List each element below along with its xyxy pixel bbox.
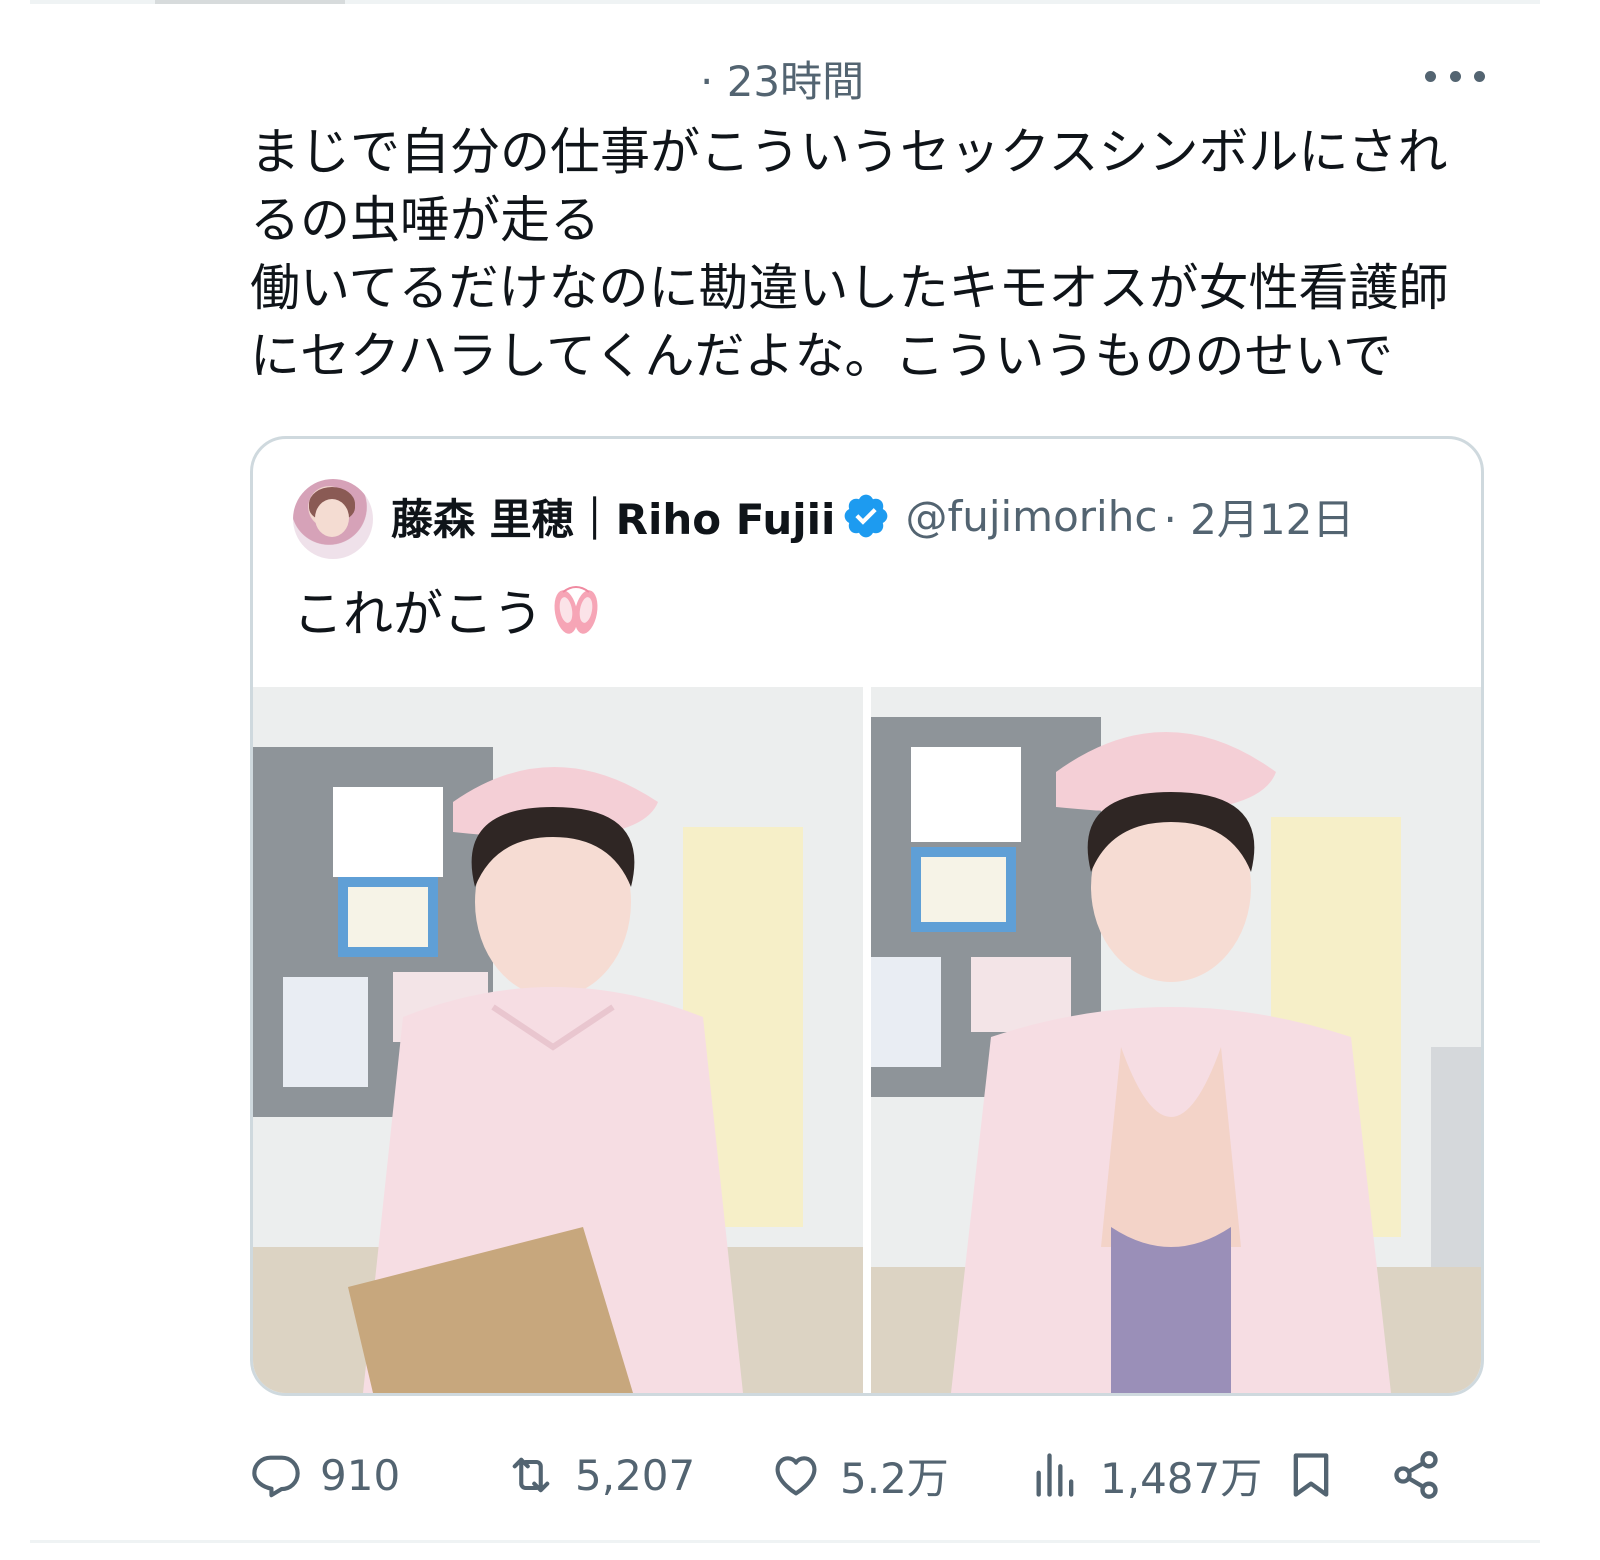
share-button[interactable] bbox=[1390, 1440, 1442, 1510]
quoted-post-text-row: これがこう bbox=[293, 574, 603, 646]
quoted-author-avatar[interactable] bbox=[293, 479, 373, 559]
post-text: まじで自分の仕事がこういうセックスシンボルにされ るの虫唾が走る 働いてるだけな… bbox=[250, 123, 1449, 385]
repost-button[interactable]: 5,207 bbox=[505, 1440, 695, 1510]
more-options-icon[interactable] bbox=[1425, 62, 1485, 90]
more-dot bbox=[1425, 70, 1436, 82]
post-action-bar: 910 5,207 5.2万 1,487万 bbox=[250, 1440, 1490, 1510]
analytics-icon bbox=[1036, 1453, 1074, 1497]
more-dot bbox=[1474, 70, 1485, 82]
heart-icon bbox=[775, 1456, 817, 1496]
quoted-author-handle[interactable]: @fujimorihc bbox=[905, 492, 1157, 541]
verified-badge-icon bbox=[845, 494, 888, 538]
media-photo-1[interactable] bbox=[253, 687, 863, 1393]
media-photo-2[interactable] bbox=[871, 687, 1481, 1393]
like-count: 5.2万 bbox=[840, 1453, 949, 1503]
repost-count: 5,207 bbox=[575, 1450, 696, 1500]
quoted-post-text: これがこう bbox=[293, 585, 543, 643]
bookmark-icon bbox=[1293, 1453, 1329, 1497]
reply-icon bbox=[252, 1455, 300, 1498]
bottom-divider bbox=[30, 1540, 1540, 1543]
more-dot bbox=[1449, 70, 1461, 82]
reply-count: 910 bbox=[320, 1450, 401, 1500]
quoted-post-card[interactable]: 藤森 里穂｜Riho Fujii @fujimorihc · 2月12日 これが… bbox=[250, 436, 1484, 1396]
reply-button[interactable]: 910 bbox=[250, 1440, 400, 1510]
post-timestamp[interactable]: · 23時間 bbox=[700, 48, 864, 109]
view-count: 1,487万 bbox=[1100, 1453, 1263, 1503]
quoted-post-header: 藤森 里穂｜Riho Fujii @fujimorihc · 2月12日 bbox=[391, 481, 1354, 551]
quoted-post-date[interactable]: · 2月12日 bbox=[1163, 486, 1354, 547]
quoted-post-media bbox=[253, 687, 1481, 1393]
share-icon bbox=[1394, 1451, 1438, 1499]
like-button[interactable]: 5.2万 bbox=[770, 1440, 949, 1510]
bookmark-button[interactable] bbox=[1285, 1440, 1337, 1510]
top-divider-accent bbox=[155, 0, 345, 4]
quoted-author-name[interactable]: 藤森 里穂｜Riho Fujii bbox=[391, 486, 835, 547]
photo-2-illustration bbox=[871, 687, 1481, 1393]
repost-icon bbox=[512, 1457, 550, 1493]
ballet-shoes-icon bbox=[554, 586, 598, 634]
photo-1-illustration bbox=[253, 687, 863, 1393]
views-button[interactable]: 1,487万 bbox=[1030, 1440, 1262, 1510]
